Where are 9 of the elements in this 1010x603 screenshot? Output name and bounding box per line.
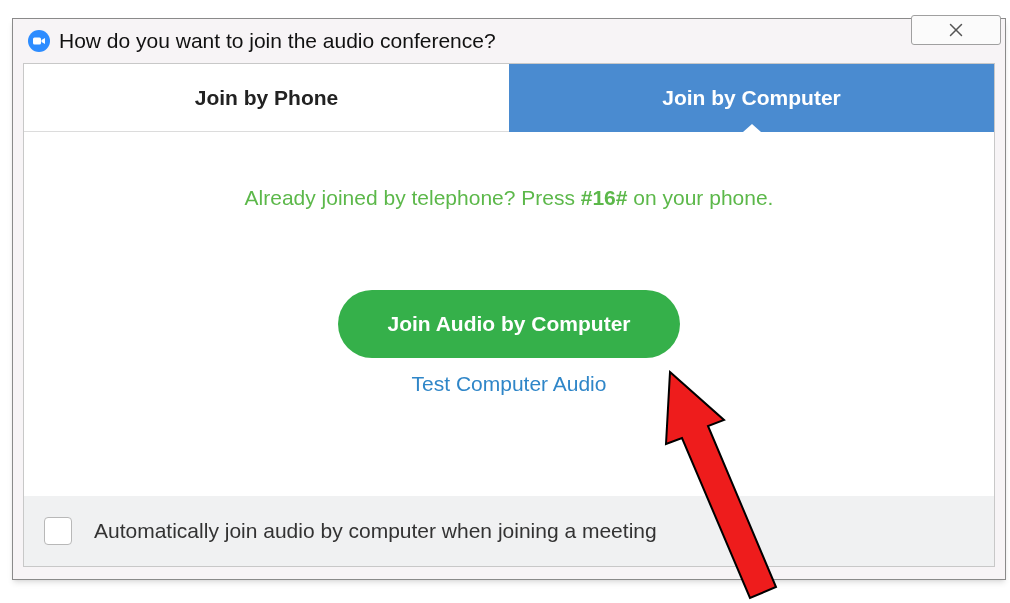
camera-logo-icon xyxy=(27,29,51,53)
auto-join-label: Automatically join audio by computer when joining a meeting xyxy=(94,518,657,545)
auto-join-checkbox[interactable] xyxy=(44,517,72,545)
phone-hint-text: Already joined by telephone? Press #16# on your phone. xyxy=(244,185,774,211)
close-button[interactable] xyxy=(911,15,1001,45)
window-title: How do you want to join the audio conference? xyxy=(59,28,496,55)
test-audio-link[interactable]: Test Computer Audio xyxy=(411,367,607,399)
tab[interactable]: Join by Computer xyxy=(509,64,994,132)
join-audio-button[interactable]: Join Audio by Computer xyxy=(338,289,680,358)
